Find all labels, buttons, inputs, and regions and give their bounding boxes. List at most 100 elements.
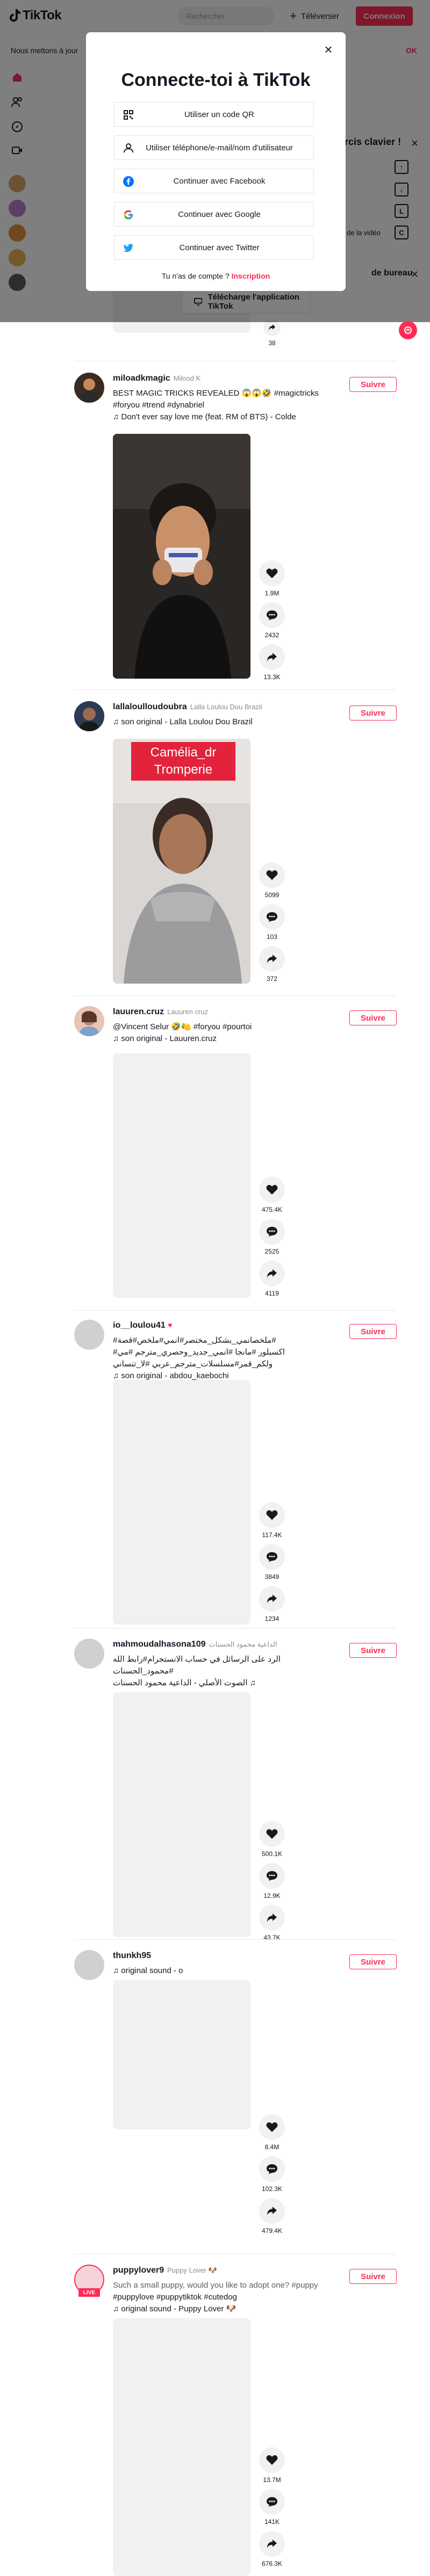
follow-button[interactable]: Suivre xyxy=(349,2269,397,2284)
like-action[interactable]: 5099 xyxy=(259,862,285,899)
close-icon[interactable]: × xyxy=(321,42,336,57)
post-caption: BEST MAGIC TRICKS REVEALED 😱😱🤣 #magictri… xyxy=(113,388,339,423)
video-thumbnail xyxy=(113,434,250,679)
share-action[interactable]: 479.4K xyxy=(259,2198,285,2235)
option-label: Continuer avec Facebook xyxy=(173,176,266,186)
scroll-top-button[interactable] xyxy=(399,321,417,339)
avatar[interactable] xyxy=(74,1320,104,1350)
comment-count: 141K xyxy=(264,2518,280,2526)
facebook-login-option[interactable]: Continuer avec Facebook xyxy=(114,169,314,193)
author-line: thunkh95 xyxy=(113,1951,151,1961)
share-icon xyxy=(259,644,285,670)
comment-count: 103 xyxy=(266,933,278,941)
twitter-icon xyxy=(123,243,134,253)
avatar[interactable] xyxy=(74,1639,104,1669)
follow-button[interactable]: Suivre xyxy=(349,1954,397,1969)
video-player[interactable] xyxy=(113,1053,250,1298)
share-count: 372 xyxy=(266,975,278,983)
phone-email-login-option[interactable]: Utiliser téléphone/e-mail/nom d'utilisat… xyxy=(114,135,314,160)
share-action[interactable]: 676.3K xyxy=(259,2531,285,2567)
music-link[interactable]: ♫ original sound - o xyxy=(113,1965,339,1977)
comment-action[interactable]: 12.9K xyxy=(259,1863,285,1900)
heart-icon xyxy=(259,2447,285,2473)
author-username[interactable]: lallaloulloudoubra xyxy=(113,702,187,711)
comment-icon xyxy=(259,904,285,930)
qr-code-icon xyxy=(123,110,134,120)
comment-action[interactable]: 103 xyxy=(259,904,285,941)
share-count: 13.3K xyxy=(263,673,281,681)
author-username[interactable]: lauuren.cruz xyxy=(113,1007,164,1016)
follow-button[interactable]: Suivre xyxy=(349,1324,397,1339)
share-count: 38 xyxy=(268,339,276,347)
avatar[interactable] xyxy=(74,1950,104,1980)
heart-icon xyxy=(259,2114,285,2140)
author-line: mahmoudalhasona109 الداعية محمود الحسنات xyxy=(113,1640,277,1649)
share-action[interactable]: 372 xyxy=(259,946,285,983)
share-icon xyxy=(259,1586,285,1612)
author-username[interactable]: mahmoudalhasona109 xyxy=(113,1640,206,1649)
like-count: 8.4M xyxy=(264,2143,280,2151)
comment-icon xyxy=(259,602,285,628)
share-icon xyxy=(259,1905,285,1931)
music-link[interactable]: ♫ original sound - Puppy Lover 🐶 xyxy=(113,2303,339,2315)
video-player[interactable] xyxy=(113,1980,250,2129)
qr-code-login-option[interactable]: Utiliser un code QR xyxy=(114,102,314,127)
comment-action[interactable]: 3849 xyxy=(259,1544,285,1581)
heart-icon xyxy=(259,1177,285,1203)
comment-action[interactable]: 141K xyxy=(259,2489,285,2526)
video-player[interactable] xyxy=(113,1380,250,1625)
heart-icon xyxy=(259,561,285,586)
share-action[interactable]: 1234 xyxy=(259,1586,285,1622)
video-player[interactable] xyxy=(113,2318,250,2576)
share-action[interactable]: 4119 xyxy=(259,1261,285,1297)
follow-button[interactable]: Suivre xyxy=(349,1643,397,1658)
follow-button[interactable]: Suivre xyxy=(349,1010,397,1025)
like-action[interactable]: 117.4K xyxy=(259,1502,285,1539)
video-player[interactable]: Camélia_dr Tromperie xyxy=(113,739,250,984)
option-label: Utiliser un code QR xyxy=(184,110,255,119)
follow-button[interactable]: Suivre xyxy=(349,705,397,721)
avatar[interactable] xyxy=(74,701,104,731)
signup-prompt-text: Tu n'as de compte ? xyxy=(161,272,230,280)
share-icon xyxy=(259,1261,285,1286)
author-nickname: Lalla Loulou Dou Brazil xyxy=(190,703,262,711)
like-action[interactable]: 500.1K xyxy=(259,1821,285,1858)
avatar[interactable] xyxy=(74,1006,104,1036)
author-line: miloadkmagic Milood K xyxy=(113,374,200,383)
author-username[interactable]: miloadkmagic xyxy=(113,374,170,383)
share-action[interactable]: 43.7K xyxy=(259,1905,285,1941)
like-action[interactable]: 13.7M xyxy=(259,2447,285,2484)
author-username[interactable]: thunkh95 xyxy=(113,1951,151,1960)
comment-action[interactable]: 2432 xyxy=(259,602,285,639)
signup-link[interactable]: Inscription xyxy=(232,272,270,280)
share-action[interactable]: 13.3K xyxy=(259,644,285,681)
comment-action[interactable]: 2525 xyxy=(259,1219,285,1255)
music-link[interactable]: ♫ Don't ever say love me (feat. RM of BT… xyxy=(113,411,339,423)
like-action[interactable]: 475.4K xyxy=(259,1177,285,1213)
video-player[interactable] xyxy=(113,434,250,679)
comment-count: 3849 xyxy=(264,1573,280,1581)
post-caption: ♫ original sound - o xyxy=(113,1965,339,1977)
like-action[interactable]: 1.9M xyxy=(259,561,285,597)
comment-action[interactable]: 102.3K xyxy=(259,2156,285,2193)
like-count: 500.1K xyxy=(261,1850,283,1858)
share-count: 676.3K xyxy=(261,2560,283,2567)
music-link[interactable]: الصوت الأصلي - الداعية محمود الحسنات ♫ xyxy=(113,1677,339,1689)
share-count: 4119 xyxy=(265,1290,279,1297)
arrow-up-icon xyxy=(404,326,412,334)
author-nickname: Puppy Lover 🐶 xyxy=(167,2266,217,2274)
author-username[interactable]: puppylover9 xyxy=(113,2266,164,2275)
video-player[interactable] xyxy=(113,1692,250,1937)
google-login-option[interactable]: Continuer avec Google xyxy=(114,202,314,227)
like-action[interactable]: 8.4M xyxy=(259,2114,285,2151)
share-action[interactable]: 38 xyxy=(259,319,285,347)
option-label: Continuer avec Twitter xyxy=(179,243,260,252)
divider xyxy=(74,995,397,996)
caption-line: #ملخصانمي_بشكل_مختصر#انمي#ملخص#قصة# xyxy=(113,1336,276,1345)
music-link[interactable]: ♫ son original - Lalla Loulou Dou Brazil xyxy=(113,716,339,728)
follow-button[interactable]: Suivre xyxy=(349,377,397,392)
author-username[interactable]: io__loulou41 xyxy=(113,1321,166,1330)
music-link[interactable]: ♫ son original - Lauuren.cruz xyxy=(113,1033,339,1045)
avatar[interactable] xyxy=(74,373,104,403)
twitter-login-option[interactable]: Continuer avec Twitter xyxy=(114,235,314,260)
